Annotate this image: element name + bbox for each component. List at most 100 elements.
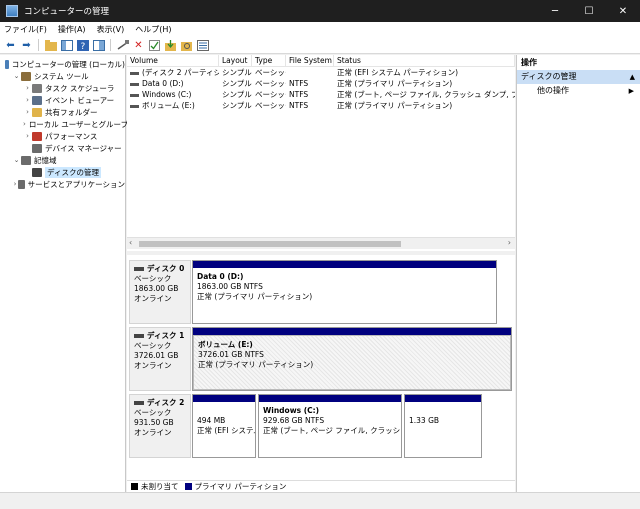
primary-partition-bar [193, 328, 511, 335]
tree-item-label: 共有フォルダー [45, 107, 98, 117]
partition-size: 3726.01 GB NTFS [198, 350, 264, 359]
primary-partition-bar [193, 395, 255, 402]
status-cell: 正常 (EFI システム パーティション) [337, 68, 459, 77]
tree-item-label: デバイス マネージャー [45, 143, 122, 153]
column-type[interactable]: Type [252, 55, 286, 66]
volume-icon [130, 104, 139, 108]
disk-name: ディスク 1 [147, 331, 185, 340]
volume-list: Volume Layout Type File System Status (デ… [127, 55, 515, 235]
list-view-icon[interactable] [196, 39, 209, 52]
primary-swatch [184, 483, 192, 490]
tree-item-label: タスク スケジューラ [45, 83, 115, 93]
partition-recovery[interactable]: 1.33 GB [404, 394, 482, 458]
disk-label[interactable]: ディスク 0 ベーシック 1863.00 GB オンライン [129, 260, 191, 324]
disk-graphical-view: ディスク 0 ベーシック 1863.00 GB オンライン Data 0 (D:… [127, 255, 515, 480]
tree-item[interactable]: › 共有フォルダー [0, 106, 125, 118]
volume-name: Data 0 (D:) [142, 79, 184, 88]
disk-label[interactable]: ディスク 2 ベーシック 931.50 GB オンライン [129, 394, 191, 458]
column-file-system[interactable]: File System [286, 55, 334, 66]
disk-management-pane: Volume Layout Type File System Status (デ… [127, 55, 515, 492]
column-status[interactable]: Status [334, 55, 515, 66]
partition-status: 正常 (EFI システム [197, 426, 255, 435]
actions-section-disk-management[interactable]: ディスクの管理 ▲ [517, 70, 640, 84]
disk-state: オンライン [134, 294, 172, 303]
layout-cell: シンプル [222, 68, 252, 77]
partition-windows-c[interactable]: Windows (C:) 929.68 GB NTFS 正常 (ブート, ページ… [258, 394, 402, 458]
tree-item[interactable]: ⌄ システム ツール [0, 70, 125, 82]
tree-item[interactable]: › ローカル ユーザーとグループ [0, 118, 129, 130]
volume-name: ボリューム (E:) [142, 101, 195, 110]
maximize-button[interactable]: ☐ [572, 0, 606, 22]
delete-icon[interactable]: ✕ [132, 39, 145, 52]
collapsed-chevron-icon[interactable]: › [23, 120, 26, 128]
properties-icon[interactable] [92, 39, 105, 52]
file-system-cell [286, 67, 334, 78]
table-row[interactable]: Data 0 (D:) シンプルベーシックNTFS 正常 (プライマリ パーティショ… [127, 78, 515, 89]
disk-0: ディスク 0 ベーシック 1863.00 GB オンライン Data 0 (D:… [129, 260, 513, 324]
type-cell: ベーシック [255, 68, 286, 77]
tree-item[interactable]: デバイス マネージャー [0, 142, 125, 154]
tree-item[interactable]: ⌄ 記憶域 [0, 154, 125, 166]
partition-data-d[interactable]: Data 0 (D:) 1863.00 GB NTFS 正常 (プライマリ パー… [192, 260, 497, 324]
disk-size: 1863.00 GB [134, 284, 179, 293]
scrollbar-thumb[interactable] [139, 241, 401, 247]
collapsed-chevron-icon[interactable]: › [23, 108, 32, 116]
close-button[interactable]: ✕ [606, 0, 640, 22]
legend-primary: プライマリ パーティション [194, 482, 287, 491]
column-layout[interactable]: Layout [219, 55, 252, 66]
scroll-right-icon[interactable]: › [508, 238, 511, 247]
disk-type: ベーシック [134, 274, 172, 283]
table-row[interactable]: ボリューム (E:) シンプルベーシックNTFS 正常 (プライマリ パーティション… [127, 100, 515, 111]
menu-view[interactable]: 表示(V) [97, 24, 125, 35]
disk-icon [134, 334, 144, 338]
table-row[interactable]: Windows (C:) シンプルベーシックNTFS 正常 (ブート, ページ ファ… [127, 89, 515, 100]
minimize-button[interactable]: ─ [538, 0, 572, 22]
partition-name: Data 0 (D:) [197, 272, 244, 281]
actions-more[interactable]: 他の操作 ▶ [517, 84, 640, 98]
tree-item[interactable]: › パフォーマンス [0, 130, 125, 142]
collapsed-chevron-icon[interactable]: › [23, 132, 32, 140]
console-tree-icon[interactable] [60, 39, 73, 52]
horizontal-scrollbar[interactable]: ‹ › [127, 237, 515, 249]
tree-item[interactable]: › イベント ビューアー [0, 94, 125, 106]
status-cell: 正常 (ブート, ページ ファイル, クラッシュ ダンプ, プライマリ パ [337, 90, 515, 99]
volume-icon [130, 71, 139, 75]
forward-arrow-icon[interactable]: ➡ [20, 39, 33, 52]
performance-icon [32, 131, 42, 141]
collapsed-chevron-icon[interactable]: › [23, 84, 32, 92]
connect-icon[interactable] [116, 39, 129, 52]
tree-item-label: ディスクの管理 [45, 166, 101, 178]
partition-volume-e[interactable]: ボリューム (E:) 3726.01 GB NTFS 正常 (プライマリ パーテ… [192, 327, 512, 391]
unallocated-swatch [131, 483, 138, 490]
menu-help[interactable]: ヘルプ(H) [135, 24, 171, 35]
scroll-left-icon[interactable]: ‹ [129, 238, 132, 247]
file-system-cell: NTFS [289, 90, 309, 99]
back-arrow-icon[interactable]: ⬅ [4, 39, 17, 52]
partition-name: ボリューム (E:) [198, 340, 253, 349]
table-row[interactable]: (ディスク 2 パーティション 1)シンプルベーシック 正常 (EFI システム … [127, 67, 515, 78]
menu-file[interactable]: ファイル(F) [4, 24, 47, 35]
import-icon[interactable] [164, 39, 177, 52]
event-viewer-icon [32, 95, 42, 105]
search-folder-icon[interactable] [180, 39, 193, 52]
checklist-icon[interactable] [148, 39, 161, 52]
collapse-up-icon[interactable]: ▲ [630, 70, 635, 84]
tree-item-label: ローカル ユーザーとグループ [28, 119, 129, 129]
storage-icon [21, 155, 31, 165]
collapsed-chevron-icon[interactable]: › [23, 96, 32, 104]
volume-cell: ボリューム (E:) [127, 100, 219, 111]
tree-item[interactable]: ディスクの管理 [0, 166, 125, 178]
column-volume[interactable]: Volume [127, 55, 219, 66]
up-folder-icon[interactable] [44, 39, 57, 52]
tree-item[interactable]: › タスク スケジューラ [0, 82, 125, 94]
expanded-chevron-icon[interactable]: ⌄ [12, 156, 21, 164]
menu-action[interactable]: 操作(A) [58, 24, 86, 35]
tree-item[interactable]: › サービスとアプリケーション [0, 178, 125, 190]
disk-label[interactable]: ディスク 1 ベーシック 3726.01 GB オンライン [129, 327, 191, 391]
expanded-chevron-icon[interactable]: ⌄ [12, 72, 21, 80]
help-icon[interactable]: ? [76, 39, 89, 52]
console-tree: コンピューターの管理 (ローカル) ⌄ システム ツール › タスク スケジューラ › イベ… [0, 55, 129, 492]
partition-efi[interactable]: 494 MB 正常 (EFI システム [192, 394, 256, 458]
tree-item[interactable]: コンピューターの管理 (ローカル) [0, 58, 125, 70]
partition-size: 494 MB [197, 416, 226, 425]
